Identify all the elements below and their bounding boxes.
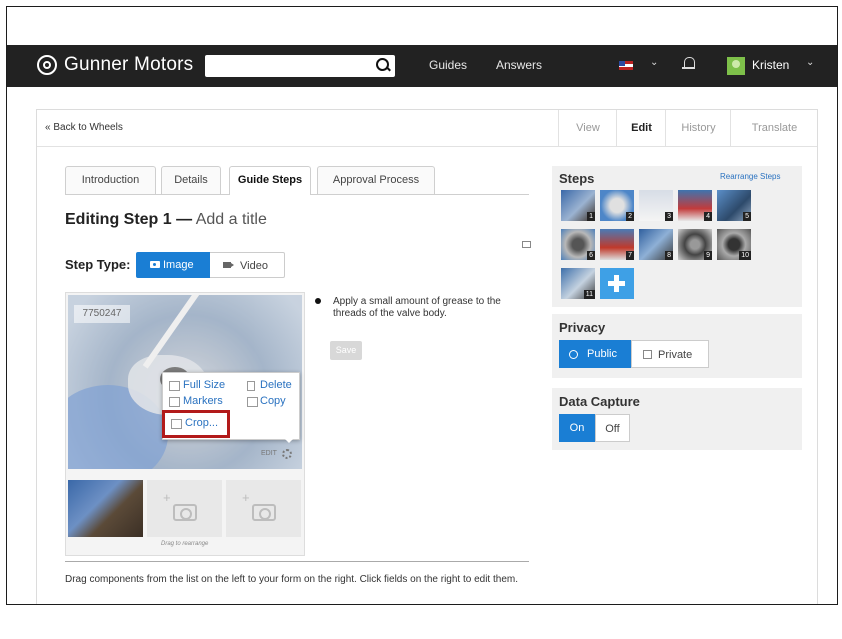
data-capture-title: Data Capture	[559, 394, 640, 409]
search-icon[interactable]	[376, 58, 389, 71]
tab-introduction[interactable]: Introduction	[65, 166, 156, 194]
brand-logo-icon	[37, 55, 57, 75]
add-image-slot-3[interactable]: +	[226, 480, 301, 537]
nav-answers[interactable]: Answers	[496, 58, 542, 72]
step-thumbnail-3[interactable]: 3	[639, 190, 673, 221]
language-flag-icon[interactable]	[619, 61, 633, 70]
image-thumbnails: + +	[68, 480, 302, 538]
save-button[interactable]: Save	[330, 341, 362, 360]
editor-tabs: Introduction Details Guide Steps Approva…	[65, 166, 529, 195]
step-type-label: Step Type:	[65, 257, 131, 272]
tab-details[interactable]: Details	[161, 166, 221, 194]
edit-icon	[643, 350, 652, 359]
user-avatar[interactable]	[727, 57, 745, 75]
data-capture-off-button[interactable]: Off	[595, 414, 630, 442]
add-step-button[interactable]	[600, 268, 634, 299]
camera-icon	[150, 261, 160, 268]
step-thumbnail-10[interactable]: 10	[717, 229, 751, 260]
collapse-icon[interactable]	[522, 241, 531, 248]
step-thumbnail-2[interactable]: 2	[600, 190, 634, 221]
step-number: 11	[583, 290, 595, 299]
rearrange-steps-link[interactable]: Rearrange Steps	[720, 172, 780, 181]
tab-approval-process[interactable]: Approval Process	[317, 166, 435, 194]
plus-icon: +	[242, 490, 250, 505]
step-number: 2	[626, 212, 634, 221]
image-thumbnail-1[interactable]	[68, 480, 143, 537]
step-number: 7	[626, 251, 634, 260]
video-camera-icon	[223, 262, 234, 268]
tab-history[interactable]: History	[665, 110, 731, 146]
globe-icon	[569, 350, 578, 359]
full-size-icon	[169, 381, 180, 391]
step-number: 9	[704, 251, 712, 260]
step-thumbnail-1[interactable]: 1	[561, 190, 595, 221]
add-image-slot-2[interactable]: +	[147, 480, 222, 537]
image-edit-label[interactable]: EDIT	[261, 450, 277, 457]
image-id-label: 7750247	[74, 305, 130, 323]
step-number: 5	[743, 212, 751, 221]
step-title-input[interactable]: Add a title	[196, 211, 267, 228]
data-capture-panel: Data Capture On Off	[552, 388, 802, 450]
step-number: 1	[587, 212, 595, 221]
chevron-down-icon[interactable]: ⌄	[650, 57, 658, 68]
plus-icon: +	[163, 490, 171, 505]
step-heading-prefix: Editing Step 1 —	[65, 211, 193, 228]
step-thumbnail-11[interactable]: 11	[561, 268, 595, 299]
brand-logo[interactable]: Gunner Motors	[37, 54, 193, 76]
gear-icon[interactable]	[282, 449, 292, 459]
brand-name: Gunner Motors	[64, 54, 194, 75]
step-thumbnail-9[interactable]: 9	[678, 229, 712, 260]
menu-full-size[interactable]: Full Size	[183, 379, 225, 391]
drag-to-rearrange-label: Drag to rearrange	[161, 541, 209, 547]
step-type-image-button[interactable]: Image	[136, 252, 210, 278]
markers-icon	[169, 397, 180, 407]
card-header: « Back to Wheels View Edit History Trans…	[37, 110, 817, 147]
menu-crop[interactable]: Crop...	[185, 417, 218, 429]
camera-icon	[173, 504, 197, 521]
step-number: 4	[704, 212, 712, 221]
menu-delete[interactable]: Delete	[260, 379, 292, 391]
back-link[interactable]: « Back to Wheels	[45, 122, 123, 133]
crop-icon	[171, 419, 182, 429]
trash-icon	[247, 381, 255, 391]
top-navbar: Gunner Motors Guides Answers ⌄ Kristen ⌄	[7, 45, 837, 87]
nav-guides[interactable]: Guides	[429, 58, 467, 72]
step-heading: Editing Step 1 — Add a title	[65, 211, 267, 229]
step-bullet-text[interactable]: Apply a small amount of grease to the th…	[333, 296, 533, 320]
tab-guide-steps[interactable]: Guide Steps	[229, 166, 311, 195]
step-thumbnail-5[interactable]: 5	[717, 190, 751, 221]
step-thumbnail-6[interactable]: 6	[561, 229, 595, 260]
privacy-title: Privacy	[559, 320, 606, 335]
notifications-bell-icon[interactable]	[682, 57, 695, 69]
browser-frame: Gunner Motors Guides Answers ⌄ Kristen ⌄…	[6, 6, 838, 605]
camera-icon	[252, 504, 276, 521]
step-type-video-button[interactable]: Video	[210, 252, 285, 278]
step-thumbnail-7[interactable]: 7	[600, 229, 634, 260]
step-number: 3	[665, 212, 673, 221]
tab-translate[interactable]: Translate	[730, 110, 818, 146]
bullet-marker	[315, 298, 321, 304]
menu-copy[interactable]: Copy	[260, 395, 286, 407]
guide-editor-card: « Back to Wheels View Edit History Trans…	[36, 109, 818, 604]
user-name[interactable]: Kristen	[752, 58, 789, 72]
data-capture-on-button[interactable]: On	[559, 414, 595, 442]
step-number: 6	[587, 251, 595, 260]
user-menu-chevron-icon[interactable]: ⌄	[806, 57, 814, 68]
steps-panel-title: Steps	[559, 171, 595, 186]
help-text: Drag components from the list on the lef…	[65, 574, 518, 585]
tab-edit[interactable]: Edit	[616, 110, 666, 146]
step-number: 10	[739, 251, 751, 260]
search-input[interactable]	[205, 55, 395, 77]
menu-markers[interactable]: Markers	[183, 395, 223, 407]
crop-highlight[interactable]: Crop...	[162, 410, 230, 438]
copy-icon	[247, 397, 258, 407]
step-number: 8	[665, 251, 673, 260]
tab-view[interactable]: View	[558, 110, 617, 146]
privacy-panel: Privacy Public Private	[552, 314, 802, 378]
divider	[65, 561, 529, 562]
step-thumbnail-4[interactable]: 4	[678, 190, 712, 221]
step-thumbnail-8[interactable]: 8	[639, 229, 673, 260]
steps-panel: Steps 1 2 3 4 5 6 7 8 9 10 11	[552, 166, 802, 307]
